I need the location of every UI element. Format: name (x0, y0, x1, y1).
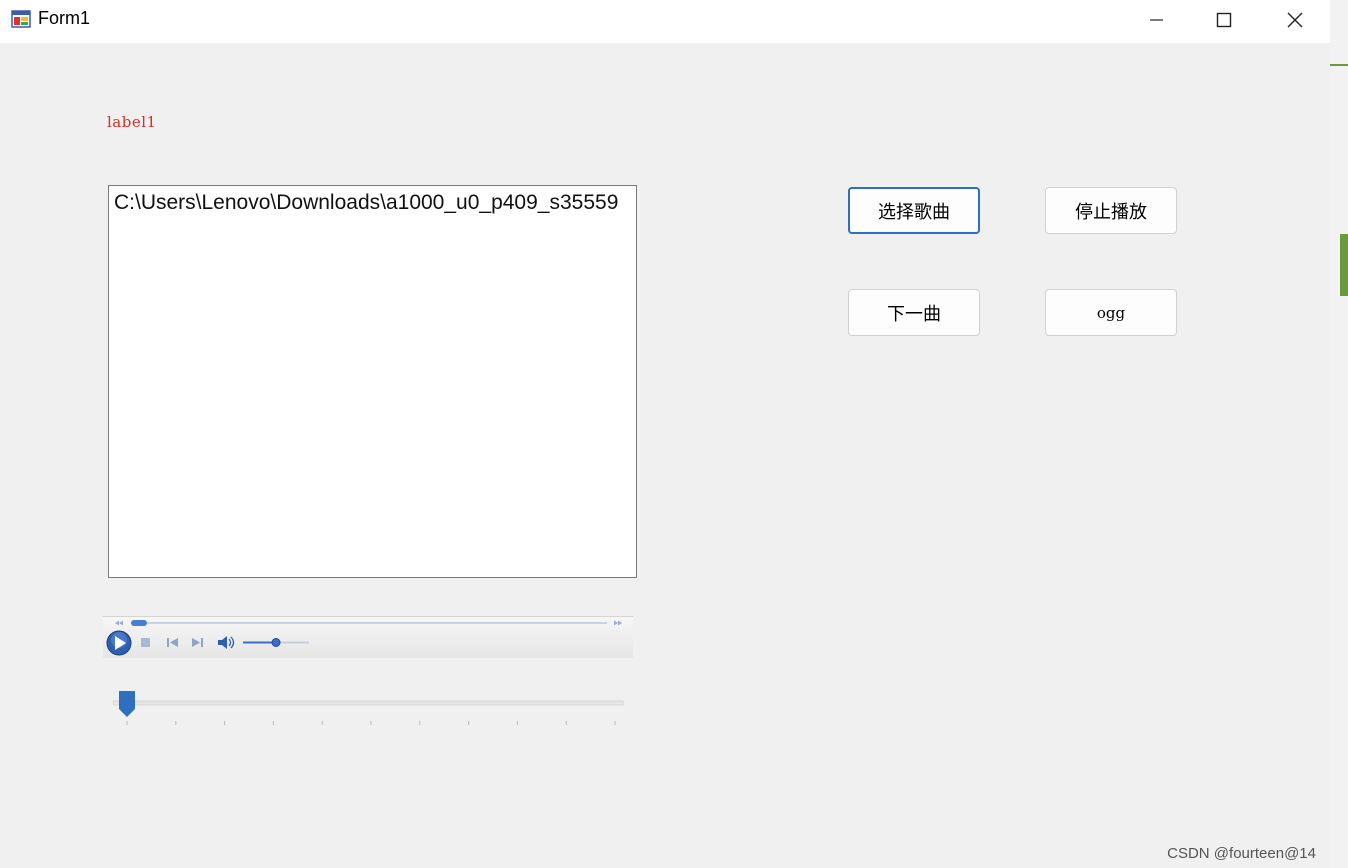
label1: label1 (107, 113, 157, 131)
volume-slider[interactable] (243, 638, 309, 647)
minimize-icon (1150, 19, 1163, 21)
position-trackbar[interactable] (112, 688, 628, 732)
maximize-button[interactable] (1189, 0, 1259, 40)
next-song-button[interactable]: 下一曲 (848, 289, 980, 336)
previous-icon[interactable] (167, 638, 178, 647)
close-button[interactable] (1260, 0, 1330, 40)
form1-window: Form1 label1 C:\Users\Lenovo\Downloads\a… (0, 0, 1330, 868)
app-icon (11, 9, 31, 29)
select-song-button[interactable]: 选择歌曲 (848, 187, 980, 234)
song-listbox[interactable]: C:\Users\Lenovo\Downloads\a1000_u0_p409_… (108, 185, 637, 578)
media-player (103, 616, 633, 658)
background-window-edge (1330, 0, 1348, 868)
window-title: Form1 (38, 8, 91, 28)
volume-thumb[interactable] (271, 638, 281, 647)
rewind-icon[interactable] (115, 620, 123, 626)
fast-forward-icon[interactable] (614, 620, 622, 626)
next-icon[interactable] (192, 638, 203, 647)
ogg-button[interactable]: ogg (1045, 289, 1177, 336)
trackbar-thumb[interactable] (119, 691, 135, 717)
watermark: CSDN @fourteen@14 (1167, 845, 1316, 862)
stop-playing-button[interactable]: 停止播放 (1045, 187, 1177, 234)
maximize-icon (1216, 12, 1232, 28)
list-item[interactable]: C:\Users\Lenovo\Downloads\a1000_u0_p409_… (114, 191, 618, 215)
minimize-button[interactable] (1121, 0, 1191, 40)
volume-icon[interactable] (218, 636, 235, 649)
stop-icon[interactable] (141, 638, 150, 647)
seek-thumb[interactable] (131, 620, 147, 626)
title-bar[interactable]: Form1 (0, 0, 1330, 43)
seek-bar[interactable] (131, 620, 607, 626)
play-button[interactable] (106, 630, 132, 656)
close-icon (1287, 12, 1303, 28)
